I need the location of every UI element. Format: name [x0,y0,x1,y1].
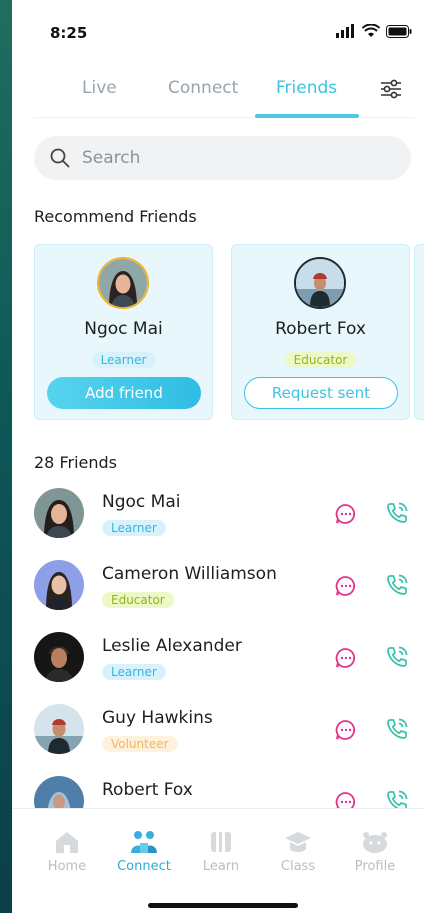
battery-icon [386,24,412,38]
friend-name: Robert Fox [102,780,193,800]
tab-live[interactable]: Live [82,78,117,98]
friend-name: Ngoc Mai [102,492,181,512]
people-icon [131,831,157,853]
chat-icon[interactable] [334,646,358,670]
nav-profile[interactable]: Profile [340,827,410,874]
nav-learn[interactable]: Learn [186,827,256,874]
avatar [34,704,84,754]
avatar [34,488,84,538]
search-input[interactable] [82,136,382,180]
avatar [34,560,84,610]
role-badge: Educator [102,592,174,608]
nav-label: Learn [202,859,240,874]
phone-call-icon[interactable] [384,716,410,742]
avatar [294,257,346,309]
role-badge: Learner [91,352,156,368]
graduation-cap-icon [285,832,311,852]
bottom-nav: Home Connect Learn Class Profile [12,808,424,913]
friend-row[interactable]: Ngoc Mai Learner [34,488,414,544]
profile-icon [363,832,387,853]
role-badge: Volunteer [102,736,178,752]
friend-row[interactable]: Leslie Alexander Learner [34,632,414,688]
nav-label: Home [47,859,87,874]
nav-class[interactable]: Class [263,827,333,874]
recommend-card[interactable]: Ngoc Mai Learner Add friend [34,244,213,420]
recommend-carousel[interactable]: Ngoc Mai Learner Add friend Robert Fox E… [34,244,424,422]
nav-label: Connect [117,859,171,874]
chat-icon[interactable] [334,718,358,742]
recommend-card[interactable]: Robert Fox Educator Request sent [231,244,410,420]
tab-friends[interactable]: Friends [276,78,337,98]
card-name: Robert Fox [275,319,366,339]
friend-name: Cameron Williamson [102,564,277,584]
recommend-card-partial[interactable] [414,244,424,420]
nav-home[interactable]: Home [32,827,102,874]
tab-connect[interactable]: Connect [168,78,238,98]
search-icon [50,148,70,168]
nav-connect[interactable]: Connect [109,827,179,874]
friends-count-title: 28 Friends [34,453,117,472]
top-tabs: Live Connect Friends [34,74,414,118]
card-name: Ngoc Mai [84,319,163,339]
phone-call-icon[interactable] [384,572,410,598]
status-icons [336,24,412,38]
search-bar[interactable] [34,136,411,180]
friend-row[interactable]: Cameron Williamson Educator [34,560,414,616]
active-tab-indicator [255,114,359,118]
add-friend-button[interactable]: Add friend [47,377,201,409]
home-indicator [148,903,298,908]
home-icon [56,832,78,853]
avatar [97,257,149,309]
status-time: 8:25 [50,24,88,42]
chat-icon[interactable] [334,574,358,598]
signal-icon [336,24,354,38]
book-icon [211,832,231,852]
status-bar: 8:25 [12,0,424,60]
nav-label: Class [280,859,316,874]
role-badge: Educator [284,352,357,368]
filter-icon[interactable] [378,76,404,102]
nav-label: Profile [354,859,396,874]
wifi-icon [362,24,380,37]
phone-call-icon[interactable] [384,644,410,670]
phone-call-icon[interactable] [384,500,410,526]
friend-name: Guy Hawkins [102,708,213,728]
avatar [34,632,84,682]
request-sent-button[interactable]: Request sent [244,377,398,409]
recommend-title: Recommend Friends [34,207,197,226]
role-badge: Learner [102,664,166,680]
friend-row[interactable]: Guy Hawkins Volunteer [34,704,414,760]
phone-screen: 8:25 Live Connect Friends Search Recomme… [12,0,424,913]
role-badge: Learner [102,520,166,536]
friend-name: Leslie Alexander [102,636,242,656]
chat-icon[interactable] [334,502,358,526]
